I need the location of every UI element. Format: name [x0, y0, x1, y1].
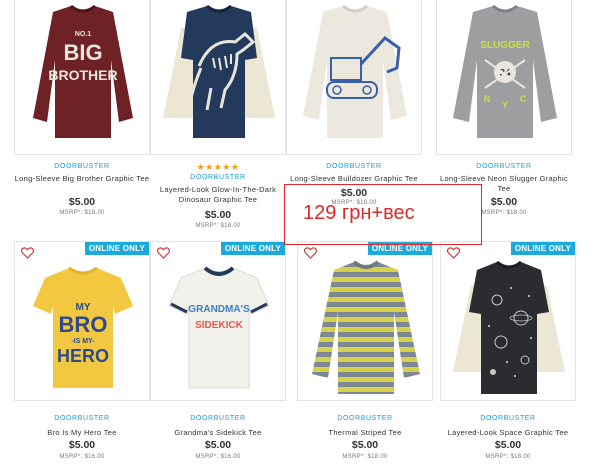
product-label: DOORBUSTER [326, 163, 382, 170]
product-name[interactable]: Grandma's Sidekick Tee [150, 428, 286, 438]
graphic-text: SLUGGER [480, 40, 530, 51]
product-image[interactable]: SLUGGER 34 N Y C [436, 0, 572, 155]
heart-icon[interactable] [447, 247, 460, 259]
graphic-text: GRANDMA'S [188, 304, 250, 315]
graphic-text: BROTHER [48, 67, 117, 83]
product-price: $5.00 [204, 439, 232, 451]
product-label: DOORBUSTER [190, 415, 246, 422]
product-image[interactable]: ONLINE ONLY GRANDMA'S SIDEKICK [150, 241, 286, 401]
graphic-text: Y [502, 100, 508, 110]
product-price: $5.00 [204, 209, 232, 221]
product-image[interactable]: ONLINE ONLY MY BRO -IS MY- HERO [14, 241, 150, 401]
product-label: DOORBUSTER [54, 163, 110, 170]
price-annotation-box: 129 грн+вес [284, 184, 482, 245]
product-msrp: MSRP*: $16.00 [59, 454, 105, 460]
graphic-text: N [484, 94, 491, 104]
product-msrp: MSRP*: $18.00 [195, 223, 241, 229]
rating-stars: ★★★★★ [196, 162, 240, 172]
product-label: DOORBUSTER [480, 415, 536, 422]
product-label: DOORBUSTER [476, 163, 532, 170]
graphic-text: C [520, 94, 527, 104]
product-image[interactable]: NO.1 BIG BROTHER [14, 0, 150, 155]
product-msrp: MSRP*: $18.00 [59, 210, 105, 216]
graphic-text: SIDEKICK [195, 320, 244, 331]
product-label: DOORBUSTER [190, 174, 246, 181]
product-name[interactable]: Bro Is My Hero Tee [14, 428, 150, 438]
product-name[interactable]: Long-Sleeve Big Brother Graphic Tee [14, 174, 150, 184]
graphic-text: BIG [63, 40, 102, 65]
heart-icon[interactable] [157, 247, 170, 259]
product-image[interactable] [150, 0, 286, 155]
product-msrp: MSRP*: $18.00 [485, 454, 531, 460]
online-only-badge: ONLINE ONLY [510, 242, 575, 255]
product-msrp: MSRP*: $16.00 [195, 454, 241, 460]
product-name[interactable]: Layered-Look Space Graphic Tee [440, 428, 576, 438]
product-label: DOORBUSTER [54, 415, 110, 422]
graphic-text: HERO [57, 346, 109, 366]
online-only-badge: ONLINE ONLY [84, 242, 149, 255]
heart-icon[interactable] [304, 247, 317, 259]
product-price: $5.00 [494, 439, 522, 451]
online-only-badge: ONLINE ONLY [220, 242, 285, 255]
product-name[interactable]: Thermal Striped Tee [297, 428, 433, 438]
product-label: DOORBUSTER [337, 415, 393, 422]
product-price: $5.00 [68, 196, 96, 208]
product-name[interactable]: Long-Sleeve Bulldozer Graphic Tee [286, 174, 422, 184]
product-image[interactable]: ONLINE ONLY [440, 241, 576, 401]
product-image[interactable] [286, 0, 422, 155]
graphic-text: NO.1 [75, 31, 91, 38]
product-name[interactable]: Layered-Look Glow-In-The-Dark Dinosaur G… [150, 185, 286, 205]
graphic-text: BRO [59, 312, 108, 337]
heart-icon[interactable] [21, 247, 34, 259]
product-price: $5.00 [351, 439, 379, 451]
product-image[interactable]: ONLINE ONLY [297, 241, 433, 401]
graphic-text: -IS MY- [71, 338, 95, 345]
product-msrp: MSRP*: $18.00 [342, 454, 388, 460]
annotation-text: 129 грн+вес [303, 202, 415, 224]
product-price: $5.00 [68, 439, 96, 451]
